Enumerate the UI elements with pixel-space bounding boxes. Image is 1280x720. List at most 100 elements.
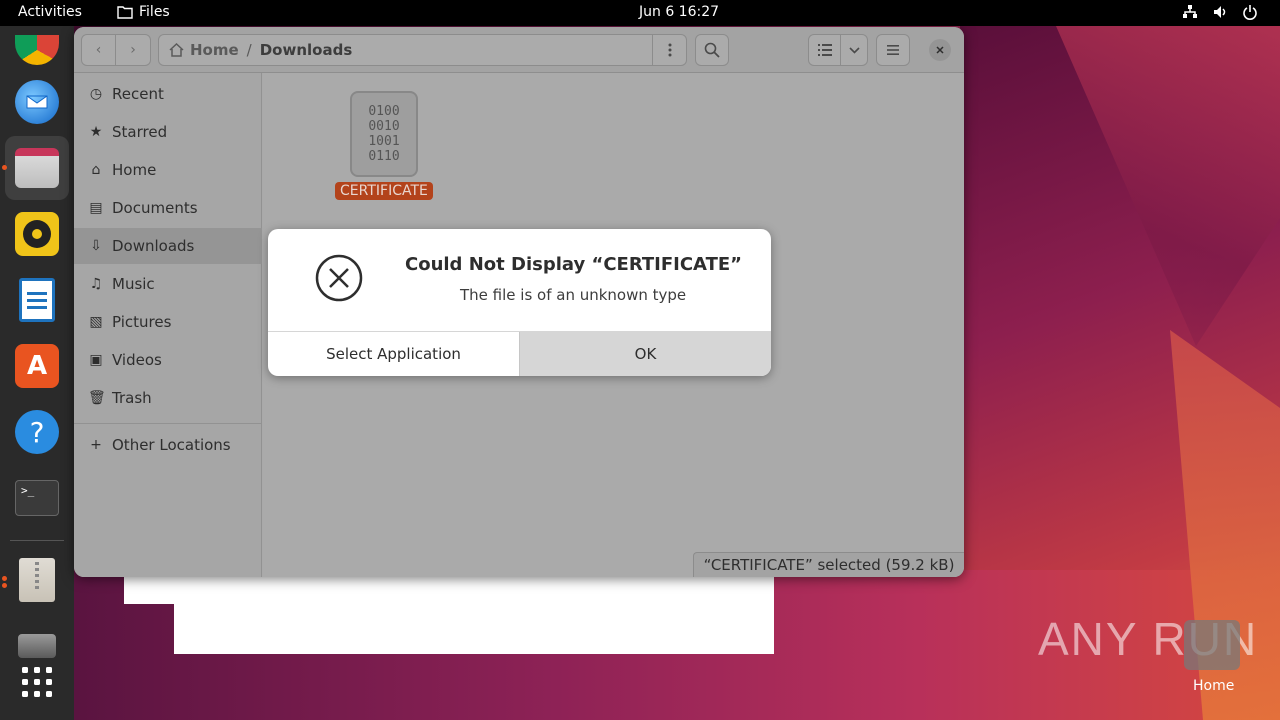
video-icon: ▣ bbox=[89, 352, 103, 368]
download-icon: ⇩ bbox=[90, 238, 102, 254]
document-icon: ▤ bbox=[89, 200, 103, 216]
chrome-icon bbox=[15, 35, 59, 65]
dock-writer[interactable] bbox=[5, 268, 69, 332]
terminal-icon: >_ bbox=[15, 480, 59, 516]
folder-icon bbox=[117, 6, 133, 19]
sidebar-item-videos[interactable]: ▣ Videos bbox=[74, 342, 262, 378]
files-icon bbox=[15, 148, 59, 188]
sidebar-item-label: Home bbox=[112, 161, 157, 179]
sidebar-item-label: Trash bbox=[112, 389, 152, 407]
home-icon: ⌂ bbox=[91, 162, 101, 178]
sidebar-item-home[interactable]: ⌂ Home bbox=[74, 152, 262, 188]
search-button[interactable] bbox=[695, 34, 729, 66]
plus-icon: + bbox=[90, 437, 102, 453]
select-application-button[interactable]: Select Application bbox=[268, 332, 519, 376]
dock-help[interactable]: ? bbox=[5, 400, 69, 464]
binary-line: 1001 bbox=[368, 134, 400, 149]
path-home-label: Home bbox=[190, 41, 239, 59]
running-indicator bbox=[2, 583, 7, 588]
system-tray[interactable] bbox=[1182, 4, 1258, 20]
dock-app-center[interactable]: A bbox=[5, 334, 69, 398]
power-icon bbox=[1243, 5, 1257, 20]
sidebar-item-label: Documents bbox=[112, 199, 198, 217]
path-menu-button[interactable] bbox=[652, 35, 686, 65]
nav-buttons: ‹ › bbox=[81, 34, 151, 66]
sidebar-item-starred[interactable]: ★ Starred bbox=[74, 114, 262, 150]
file-name-label[interactable]: CERTIFICATE bbox=[335, 182, 433, 200]
top-bar: Activities Files Jun 6 16:27 bbox=[0, 0, 1280, 26]
dock-archive[interactable] bbox=[5, 548, 69, 612]
sidebar-item-label: Pictures bbox=[112, 313, 172, 331]
sidebar-item-recent[interactable]: ◷ Recent bbox=[74, 76, 262, 112]
trash-icon: 🗑 bbox=[88, 390, 106, 406]
home-path-button[interactable]: Home bbox=[159, 41, 239, 59]
forward-button[interactable]: › bbox=[116, 35, 150, 65]
search-icon bbox=[704, 42, 720, 58]
network-icon bbox=[1183, 5, 1197, 18]
binary-file-icon[interactable]: 0100 0010 1001 0110 bbox=[350, 91, 418, 177]
status-bar: “CERTIFICATE” selected (59.2 kB) bbox=[693, 552, 964, 577]
desktop-home-icon[interactable] bbox=[1184, 620, 1240, 670]
picture-icon: ▧ bbox=[89, 314, 103, 330]
sidebar-item-label: Other Locations bbox=[112, 436, 231, 454]
music-icon: ♫ bbox=[89, 276, 103, 292]
app-menu-label: Files bbox=[139, 4, 170, 20]
show-apps-button[interactable] bbox=[5, 650, 69, 714]
rhythmbox-icon bbox=[15, 212, 59, 256]
clock[interactable]: Jun 6 16:27 bbox=[639, 4, 719, 20]
star-icon: ★ bbox=[89, 124, 103, 140]
dock-separator bbox=[10, 540, 64, 541]
main-menu-button[interactable] bbox=[876, 34, 910, 66]
close-button[interactable] bbox=[929, 39, 951, 61]
more-vertical-icon bbox=[668, 43, 671, 57]
dock-files[interactable] bbox=[5, 136, 69, 200]
sidebar-item-documents[interactable]: ▤ Documents bbox=[74, 190, 262, 226]
background-window[interactable] bbox=[174, 570, 774, 654]
writer-icon bbox=[19, 278, 55, 322]
sidebar-item-other-locations[interactable]: + Other Locations bbox=[74, 427, 262, 463]
chevron-down-icon bbox=[849, 46, 860, 54]
sidebar-item-label: Starred bbox=[112, 123, 168, 141]
archive-icon bbox=[19, 558, 55, 602]
desktop-home-label[interactable]: Home bbox=[1193, 678, 1234, 694]
binary-line: 0110 bbox=[368, 149, 400, 164]
app-center-icon: A bbox=[15, 344, 59, 388]
sidebar-item-label: Downloads bbox=[112, 237, 195, 255]
dock: A ? >_ bbox=[0, 26, 74, 720]
home-icon bbox=[169, 43, 184, 57]
dialog-buttons: Select Application OK bbox=[268, 331, 771, 376]
dialog-message: The file is of an unknown type bbox=[460, 286, 687, 304]
sidebar-item-label: Recent bbox=[112, 85, 164, 103]
sidebar-divider bbox=[74, 423, 262, 424]
sidebar-item-label: Music bbox=[112, 275, 155, 293]
sidebar-item-downloads[interactable]: ⇩ Downloads bbox=[74, 228, 262, 264]
sidebar-item-trash[interactable]: 🗑 Trash bbox=[74, 380, 262, 416]
dock-terminal[interactable]: >_ bbox=[5, 466, 69, 530]
ok-button[interactable]: OK bbox=[519, 332, 771, 376]
path-current[interactable]: Downloads bbox=[260, 41, 353, 59]
thunderbird-icon bbox=[15, 80, 59, 124]
back-button[interactable]: ‹ bbox=[82, 35, 117, 65]
binary-line: 0010 bbox=[368, 119, 400, 134]
error-dialog: Could Not Display “CERTIFICATE” The file… bbox=[268, 229, 771, 376]
header-bar: ‹ › Home / Downloads bbox=[74, 27, 964, 73]
hamburger-icon bbox=[887, 45, 899, 55]
running-indicator bbox=[2, 165, 7, 170]
view-dropdown-button[interactable] bbox=[841, 35, 867, 65]
apps-grid-icon bbox=[22, 667, 52, 697]
dock-rhythmbox[interactable] bbox=[5, 202, 69, 266]
help-icon: ? bbox=[15, 410, 59, 454]
sidebar-item-label: Videos bbox=[112, 351, 162, 369]
list-view-icon bbox=[817, 44, 832, 56]
list-view-button[interactable] bbox=[809, 35, 842, 65]
volume-icon bbox=[1214, 6, 1226, 18]
running-indicator bbox=[2, 576, 7, 581]
dock-thunderbird[interactable] bbox=[5, 70, 69, 134]
sidebar-item-music[interactable]: ♫ Music bbox=[74, 266, 262, 302]
close-icon bbox=[936, 46, 944, 54]
clock-icon: ◷ bbox=[89, 86, 103, 102]
sidebar-item-pictures[interactable]: ▧ Pictures bbox=[74, 304, 262, 340]
path-separator: / bbox=[246, 41, 252, 59]
binary-line: 0100 bbox=[368, 104, 400, 119]
app-menu[interactable]: Files bbox=[117, 4, 170, 20]
